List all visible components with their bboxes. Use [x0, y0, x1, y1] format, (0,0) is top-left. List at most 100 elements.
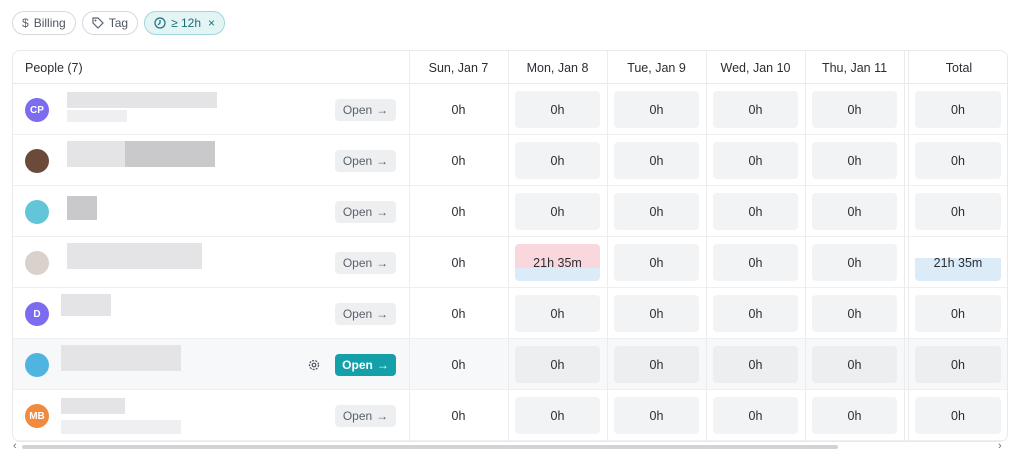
duration-filter-label: ≥ 12h: [171, 16, 202, 30]
redacted-name: [67, 92, 217, 108]
timesheet-table: People (7) Sun, Jan 7 Mon, Jan 8 Tue, Ja…: [12, 50, 1008, 442]
redacted-name: [67, 196, 97, 220]
redacted-detail: [61, 420, 181, 434]
redacted-detail: [67, 110, 127, 122]
avatar: [25, 200, 49, 224]
redacted-name: [61, 294, 111, 316]
day-value[interactable]: 0h: [713, 397, 798, 434]
arrow-right-icon: →: [376, 409, 389, 423]
avatar: MB: [25, 404, 49, 428]
scrollbar-thumb[interactable]: [22, 445, 838, 449]
total-value: 0h: [915, 295, 1001, 332]
close-icon[interactable]: ×: [208, 16, 215, 30]
table-row[interactable]: Open → 0h 0h 0h 0h 0h 0h: [13, 186, 1007, 237]
table-row[interactable]: CP Open → 0h 0h 0h 0h 0h 0h: [13, 84, 1007, 135]
arrow-right-icon: →: [376, 307, 389, 321]
day-value: 0h: [451, 204, 466, 219]
tag-filter-chip[interactable]: Tag: [81, 11, 139, 35]
tag-filter-label: Tag: [108, 16, 129, 30]
table-header: People (7) Sun, Jan 7 Mon, Jan 8 Tue, Ja…: [13, 51, 1007, 84]
day-value[interactable]: 0h: [614, 193, 699, 230]
day-value[interactable]: 0h: [515, 295, 600, 332]
day-value[interactable]: 0h: [812, 346, 897, 383]
day-header-thu: Thu, Jan 11: [821, 60, 888, 75]
day-value[interactable]: 0h: [713, 142, 798, 179]
billing-filter-chip[interactable]: $ Billing: [12, 11, 76, 35]
column-divider: [908, 51, 909, 441]
day-value: 0h: [451, 408, 466, 423]
day-value[interactable]: 0h: [614, 346, 699, 383]
day-value[interactable]: 0h: [812, 397, 897, 434]
open-button[interactable]: Open →: [335, 201, 396, 223]
avatar: D: [25, 302, 49, 326]
avatar: [25, 251, 49, 275]
table-row-hovered[interactable]: Open → 0h 0h 0h 0h 0h 0h: [13, 339, 1007, 390]
day-value[interactable]: 0h: [812, 142, 897, 179]
redacted-name: [67, 141, 125, 167]
day-value[interactable]: 0h: [713, 346, 798, 383]
day-header-wed: Wed, Jan 10: [720, 60, 791, 75]
day-value: 0h: [451, 102, 466, 117]
column-divider: [904, 51, 905, 441]
column-divider: [607, 51, 608, 441]
table-row[interactable]: D Open → 0h 0h 0h 0h 0h 0h: [13, 288, 1007, 339]
avatar: CP: [25, 98, 49, 122]
day-value[interactable]: 0h: [713, 91, 798, 128]
clock-icon: [154, 17, 166, 29]
total-value: 21h 35m: [915, 244, 1001, 281]
open-button[interactable]: Open →: [335, 354, 396, 376]
scroll-right-arrow-icon[interactable]: ›: [998, 440, 1002, 452]
table-row[interactable]: Open → 0h 0h 0h 0h 0h 0h: [13, 135, 1007, 186]
total-value: 0h: [915, 193, 1001, 230]
day-value[interactable]: 0h: [812, 193, 897, 230]
tag-icon: [92, 17, 104, 29]
day-value-over-limit[interactable]: 21h 35m: [515, 244, 600, 281]
day-value[interactable]: 0h: [713, 244, 798, 281]
total-value: 0h: [915, 397, 1001, 434]
day-value[interactable]: 0h: [614, 91, 699, 128]
open-button[interactable]: Open →: [335, 405, 396, 427]
column-divider: [805, 51, 806, 441]
horizontal-scrollbar[interactable]: [12, 443, 1008, 451]
arrow-right-icon: →: [376, 103, 389, 117]
redacted-name: [61, 345, 181, 371]
day-value: 0h: [451, 255, 466, 270]
day-value[interactable]: 0h: [713, 193, 798, 230]
day-header-mon: Mon, Jan 8: [526, 60, 589, 75]
total-header: Total: [945, 60, 973, 75]
day-value: 0h: [451, 153, 466, 168]
day-value[interactable]: 0h: [515, 91, 600, 128]
open-button[interactable]: Open →: [335, 252, 396, 274]
day-value[interactable]: 0h: [713, 295, 798, 332]
day-value[interactable]: 0h: [515, 193, 600, 230]
open-button[interactable]: Open →: [335, 303, 396, 325]
table-row[interactable]: MB Open → 0h 0h 0h 0h 0h 0h: [13, 390, 1007, 441]
redacted-name: [67, 243, 202, 269]
duration-filter-chip[interactable]: ≥ 12h ×: [144, 11, 226, 35]
arrow-right-icon: →: [376, 205, 389, 219]
day-value[interactable]: 0h: [515, 142, 600, 179]
day-value: 0h: [451, 306, 466, 321]
day-value[interactable]: 0h: [515, 397, 600, 434]
day-header-sun: Sun, Jan 7: [428, 60, 489, 75]
day-value[interactable]: 0h: [614, 397, 699, 434]
day-value[interactable]: 0h: [515, 346, 600, 383]
people-column-header[interactable]: People (7): [25, 51, 83, 84]
avatar: [25, 149, 49, 173]
open-button[interactable]: Open →: [335, 150, 396, 172]
day-value[interactable]: 0h: [812, 295, 897, 332]
total-value: 0h: [915, 142, 1001, 179]
table-row[interactable]: Open → 0h 21h 35m 0h 0h 0h 21h 35m: [13, 237, 1007, 288]
day-value[interactable]: 0h: [614, 244, 699, 281]
total-value: 0h: [915, 346, 1001, 383]
day-value[interactable]: 0h: [812, 244, 897, 281]
day-value[interactable]: 0h: [614, 295, 699, 332]
day-value[interactable]: 0h: [614, 142, 699, 179]
column-divider: [508, 51, 509, 441]
open-button[interactable]: Open →: [335, 99, 396, 121]
gear-icon[interactable]: [304, 355, 324, 375]
redacted-detail: [125, 141, 215, 167]
day-value[interactable]: 0h: [812, 91, 897, 128]
billing-filter-label: Billing: [33, 16, 66, 30]
total-value: 0h: [915, 91, 1001, 128]
